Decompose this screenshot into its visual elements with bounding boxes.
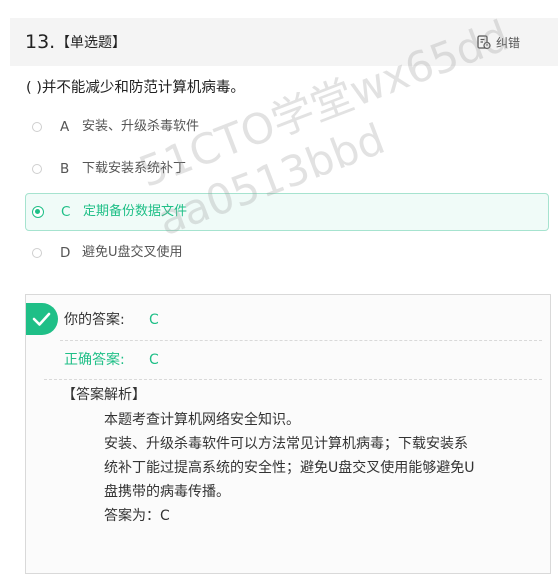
radio-icon[interactable] <box>32 248 42 258</box>
your-answer-label: 你的答案: <box>64 312 125 328</box>
option-letter: A <box>60 119 70 135</box>
radio-icon[interactable] <box>32 122 42 132</box>
option-text: 定期备份数据文件 <box>83 204 188 219</box>
option-text: 下载安装系统补丁 <box>82 161 187 176</box>
option-letter: B <box>60 161 70 177</box>
analysis-line: 盘携带的病毒传播。 <box>104 484 230 500</box>
your-answer-value: C <box>149 312 159 328</box>
analysis-line: 答案为：C <box>104 508 170 524</box>
option-text: 避免U盘交叉使用 <box>82 245 183 260</box>
question-text: ( )并不能减少和防范计算机病毒。 <box>26 80 245 96</box>
option-letter: C <box>61 204 71 220</box>
analysis-line: 本题考查计算机网络安全知识。 <box>104 412 300 428</box>
option-d[interactable]: D 避免U盘交叉使用 <box>25 235 549 273</box>
divider <box>44 379 542 380</box>
option-text: 安装、升级杀毒软件 <box>82 119 200 134</box>
report-error-button[interactable]: 纠错 <box>477 32 520 52</box>
correct-check-icon <box>26 303 58 335</box>
radio-checked-icon[interactable] <box>32 206 44 218</box>
report-icon <box>477 34 491 49</box>
radio-icon[interactable] <box>32 164 42 174</box>
question-number: 13. <box>25 31 56 53</box>
analysis-title: 【答案解析】 <box>62 387 146 403</box>
option-a[interactable]: A 安装、升级杀毒软件 <box>25 109 549 147</box>
option-c[interactable]: C 定期备份数据文件 <box>25 193 549 231</box>
divider <box>60 340 542 341</box>
report-label: 纠错 <box>496 35 521 50</box>
correct-answer-label: 正确答案: <box>64 352 125 368</box>
question-header: 13. 【单选题】 纠错 <box>10 18 558 66</box>
option-letter: D <box>60 245 71 261</box>
analysis-line: 安装、升级杀毒软件可以方法常见计算机病毒；下载安装系 <box>104 436 468 452</box>
question-type-label: 【单选题】 <box>56 35 126 51</box>
option-b[interactable]: B 下载安装系统补丁 <box>25 151 549 189</box>
correct-answer-value: C <box>149 352 159 368</box>
analysis-body: 本题考查计算机网络安全知识。 安装、升级杀毒软件可以方法常见计算机病毒；下载安装… <box>104 408 534 528</box>
analysis-line: 统补丁能过提高系统的安全性；避免U盘交叉使用能够避免U <box>104 460 475 476</box>
answer-panel: 你的答案: C 正确答案: C 【答案解析】 本题考查计算机网络安全知识。 安装… <box>25 294 551 574</box>
